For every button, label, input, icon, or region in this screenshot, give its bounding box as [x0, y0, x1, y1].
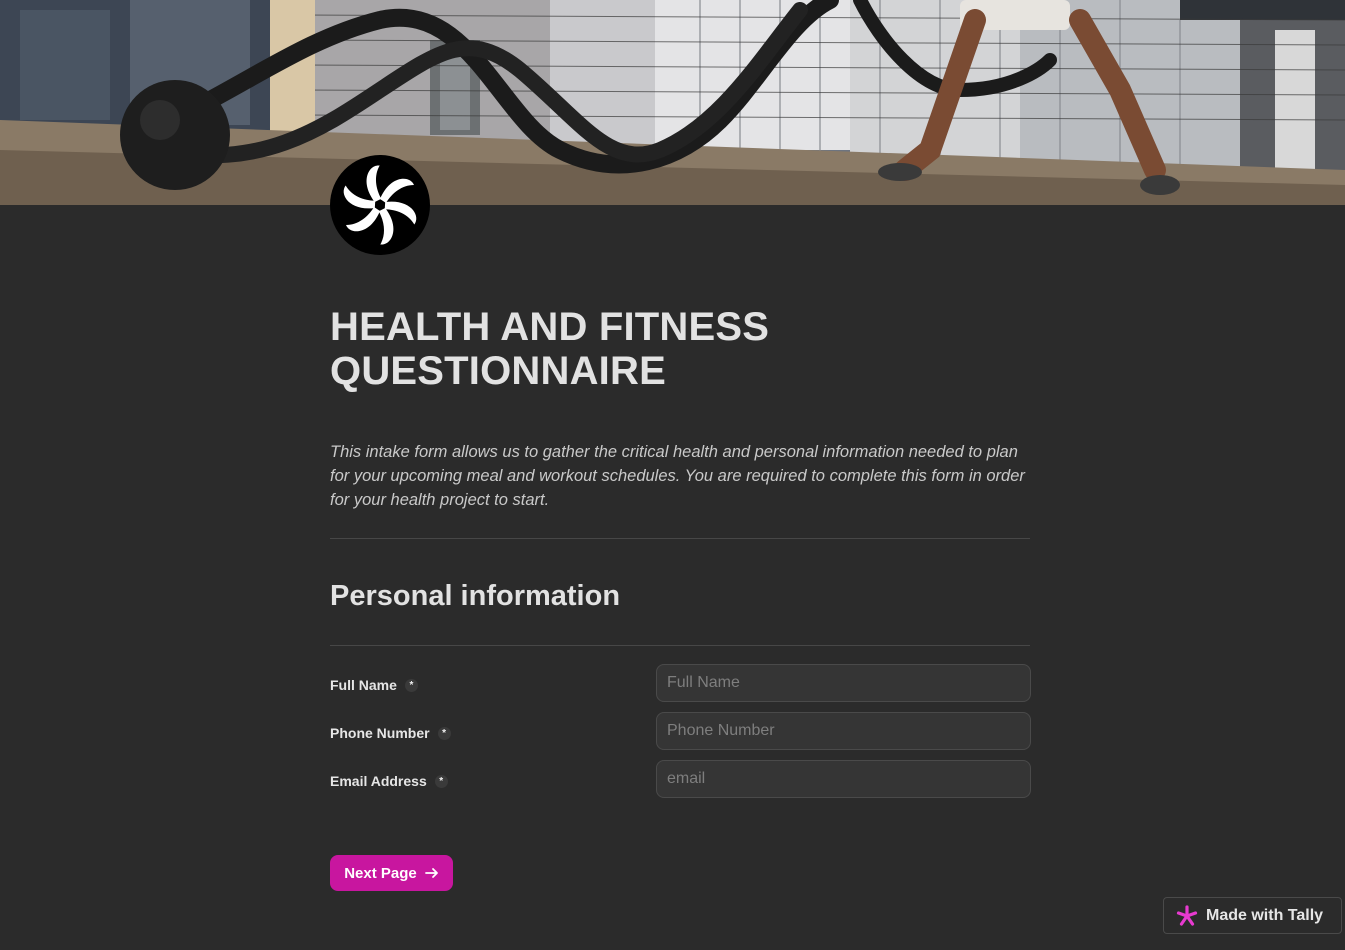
phone-number-input[interactable] [656, 712, 1031, 750]
made-with-tally-badge[interactable]: Made with Tally [1163, 897, 1342, 934]
email-input[interactable] [656, 760, 1031, 798]
form-title: HEALTH AND FITNESS QUESTIONNAIRE [330, 305, 770, 393]
required-icon: * [434, 774, 448, 788]
full-name-label-text: Full Name [330, 677, 397, 693]
full-name-input[interactable] [656, 664, 1031, 702]
swirl-logo-icon [343, 165, 417, 245]
arrow-right-icon [424, 868, 438, 878]
battle-ropes-photo [0, 0, 1345, 205]
form-logo [330, 155, 430, 255]
badge-label: Made with Tally [1206, 906, 1324, 924]
email-address-label: Email Address * [330, 773, 448, 789]
divider [330, 538, 1030, 539]
tally-asterisk-icon [1176, 904, 1198, 926]
next-page-label: Next Page [344, 864, 417, 882]
required-icon: * [437, 726, 451, 740]
phone-number-label-text: Phone Number [330, 725, 430, 741]
full-name-label: Full Name * [330, 677, 418, 693]
section-title: Personal information [330, 580, 621, 612]
required-icon: * [404, 678, 418, 692]
phone-number-label: Phone Number * [330, 725, 451, 741]
email-address-label-text: Email Address [330, 773, 427, 789]
divider [330, 645, 1030, 646]
form-description: This intake form allows us to gather the… [330, 443, 1025, 509]
cover-image [0, 0, 1345, 205]
next-page-button[interactable]: Next Page [330, 855, 453, 891]
